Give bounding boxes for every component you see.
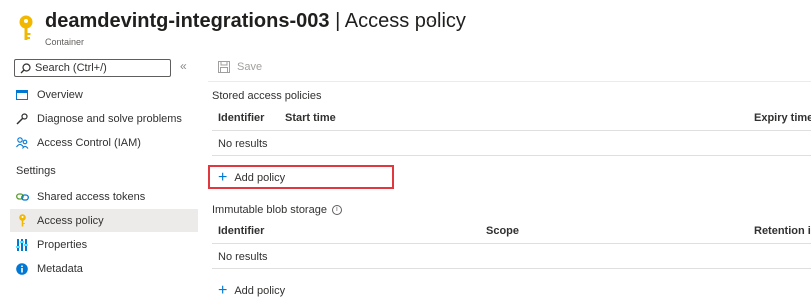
save-button[interactable]: Save <box>218 61 262 73</box>
sidebar-item-label: Properties <box>37 238 88 251</box>
column-header-scope: Scope <box>486 225 520 237</box>
column-header-retention: Retention i <box>754 225 811 237</box>
highlight-annotation <box>208 165 394 189</box>
column-header-start-time: Start time <box>285 112 336 124</box>
sidebar-item-access-control[interactable]: Access Control (IAM) <box>10 131 198 154</box>
search-placeholder: Search (Ctrl+/) <box>35 62 107 74</box>
link-icon <box>15 190 29 204</box>
save-icon <box>218 61 230 73</box>
column-header-identifier: Identifier <box>218 225 265 237</box>
column-header-identifier: Identifier <box>218 112 265 124</box>
sidebar-item-diagnose[interactable]: Diagnose and solve problems <box>10 107 198 130</box>
resource-type: Container <box>45 37 85 47</box>
stored-policies-label: Stored access policies <box>212 90 322 102</box>
table-divider <box>212 155 811 156</box>
sidebar-item-label: Metadata <box>37 262 83 275</box>
plus-icon: + <box>218 282 228 299</box>
sidebar: Search (Ctrl+/) « Overview Diagnose and … <box>0 52 200 302</box>
sidebar-item-properties[interactable]: Properties <box>10 233 198 256</box>
empty-results-text: No results <box>218 138 268 150</box>
sidebar-item-label: Diagnose and solve problems <box>37 112 182 125</box>
sidebar-item-overview[interactable]: Overview <box>10 83 198 106</box>
people-icon <box>15 136 29 150</box>
sidebar-item-access-policy[interactable]: Access policy <box>10 209 198 232</box>
wrench-icon <box>15 112 29 126</box>
toolbar-divider <box>208 81 811 82</box>
sidebar-item-shared-access-tokens[interactable]: Shared access tokens <box>10 185 198 208</box>
page-title: deamdevintg-integrations-003 | Access po… <box>45 10 466 33</box>
sidebar-item-label: Access Control (IAM) <box>37 136 141 149</box>
empty-results-text: No results <box>218 251 268 263</box>
blade-header: deamdevintg-integrations-003 | Access po… <box>0 0 811 52</box>
sidebar-item-metadata[interactable]: Metadata <box>10 257 198 280</box>
immutable-storage-label-text: Immutable blob storage <box>212 204 327 216</box>
column-header-expiry-time: Expiry time <box>754 112 811 124</box>
collapse-sidebar-button[interactable]: « <box>180 59 187 73</box>
sidebar-item-label: Overview <box>37 88 83 101</box>
info-icon[interactable]: i <box>331 205 342 216</box>
blade-title: Access policy <box>344 10 466 32</box>
settings-section-label: Settings <box>16 165 56 177</box>
sidebar-item-label: Access policy <box>37 214 104 227</box>
table-divider <box>212 243 811 244</box>
add-immutable-policy-button[interactable]: + Add policy <box>218 283 285 299</box>
immutable-storage-label: Immutable blob storage i <box>212 204 342 216</box>
add-policy-label: Add policy <box>234 285 286 297</box>
sidebar-item-label: Shared access tokens <box>37 190 146 203</box>
search-icon <box>20 63 31 74</box>
key-icon <box>15 214 29 228</box>
resource-name: deamdevintg-integrations-003 <box>45 10 330 32</box>
info-icon <box>15 262 29 276</box>
table-divider <box>212 130 811 131</box>
properties-icon <box>15 238 29 252</box>
table-divider <box>212 268 811 269</box>
more-options-button[interactable]: ··· <box>425 12 442 28</box>
save-label: Save <box>237 61 263 73</box>
overview-icon <box>15 88 29 102</box>
key-icon <box>19 15 33 40</box>
title-separator: | <box>329 10 345 32</box>
search-input[interactable]: Search (Ctrl+/) <box>14 59 171 77</box>
